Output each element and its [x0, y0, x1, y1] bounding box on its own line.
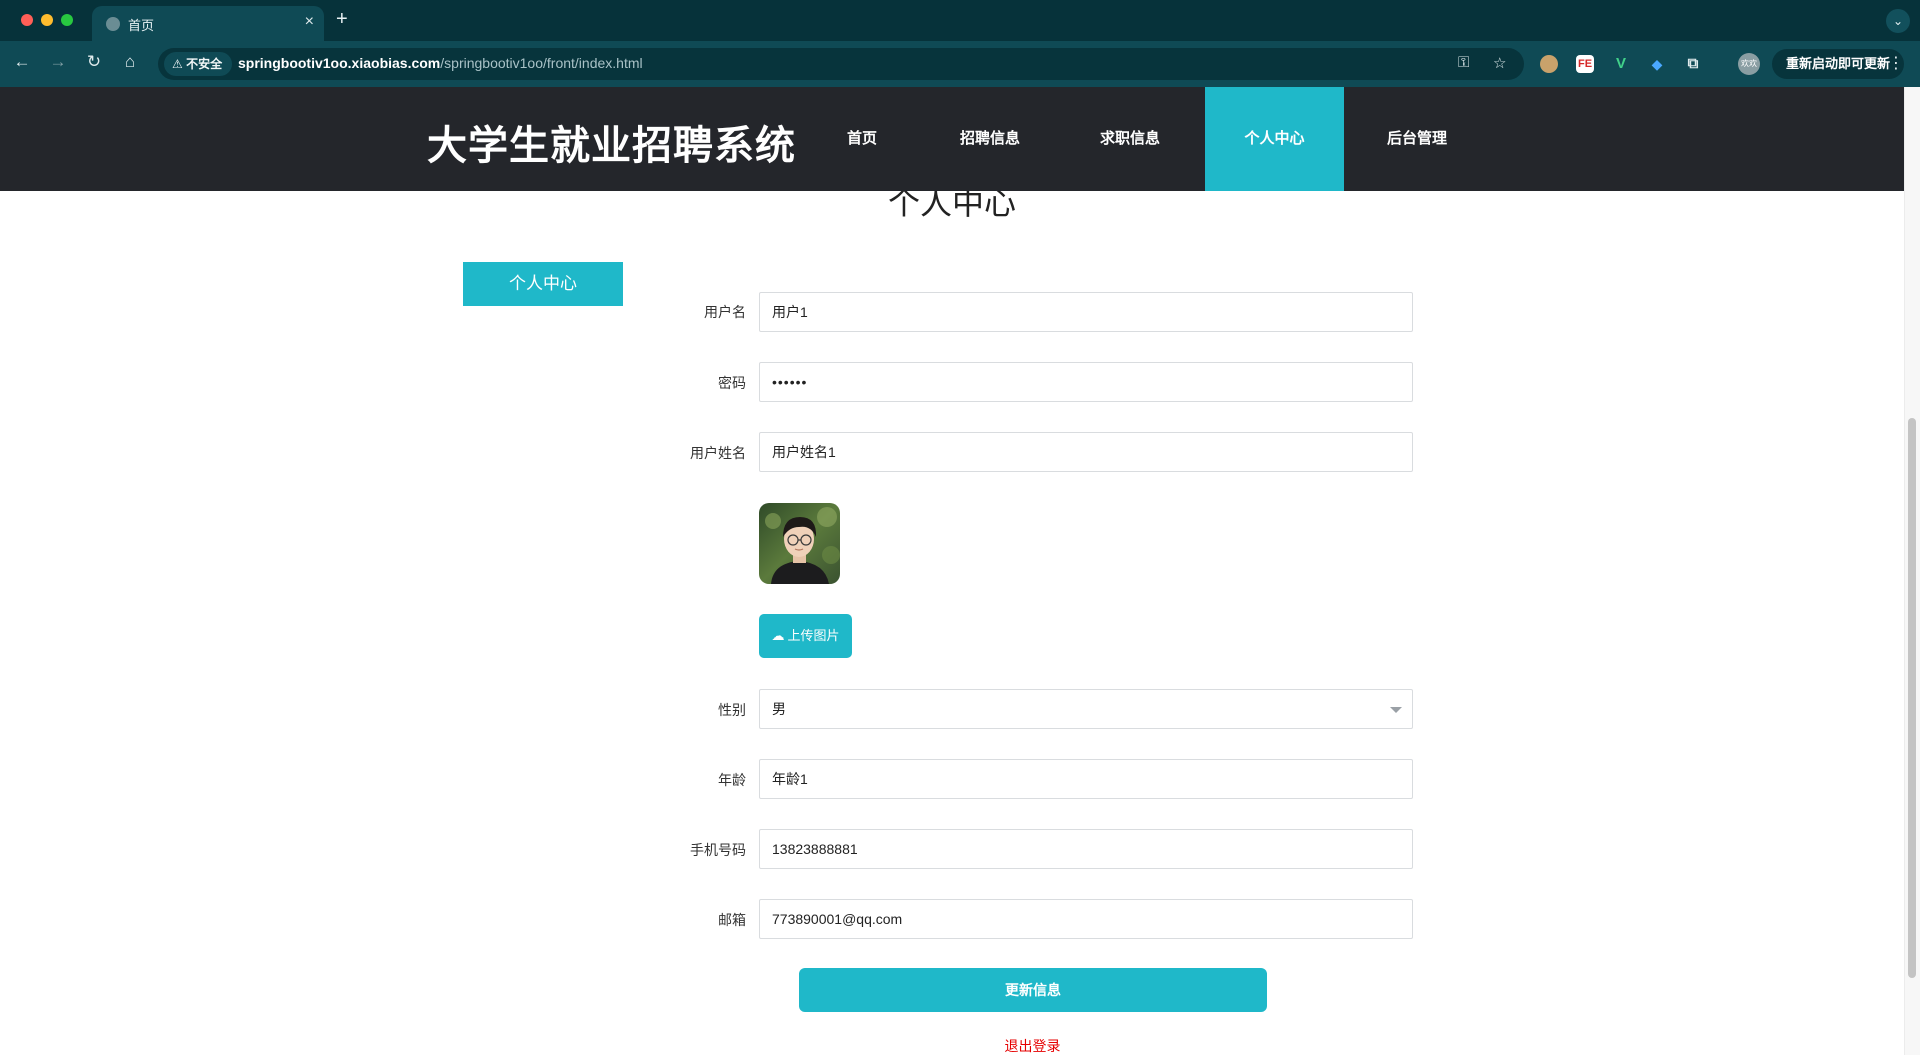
browser-chrome: 首页 × + ⌄ ← → ↻ ⌂ ⚠ 不安全 springbootiv1oo.x…	[0, 0, 1920, 87]
browser-tab-active[interactable]: 首页 ×	[92, 6, 324, 41]
gender-selected-value: 男	[772, 701, 786, 717]
sidebar-personal-center-button[interactable]: 个人中心	[463, 262, 623, 306]
realname-label: 用户姓名	[690, 445, 746, 461]
globe-icon	[106, 17, 120, 31]
profile-avatar[interactable]: 欢欢	[1738, 53, 1760, 75]
url-path: /springbootiv1oo/front/index.html	[440, 55, 643, 71]
close-window-button[interactable]	[21, 14, 33, 26]
extension-fe-icon[interactable]: FE	[1576, 55, 1594, 73]
relaunch-update-button[interactable]: 重新启动即可更新	[1772, 49, 1905, 79]
extension-diamond-icon[interactable]: ◆	[1648, 55, 1666, 73]
zoom-window-button[interactable]	[61, 14, 73, 26]
address-bar[interactable]: ⚠ 不安全 springbootiv1oo.xiaobias.com/sprin…	[158, 48, 1524, 80]
minimize-window-button[interactable]	[41, 14, 53, 26]
tab-search-chevron-icon[interactable]: ⌄	[1886, 9, 1910, 33]
phone-label: 手机号码	[690, 842, 746, 858]
age-field[interactable]: 年龄1	[759, 759, 1413, 799]
gender-select[interactable]: 男	[759, 689, 1413, 729]
nav-job-postings[interactable]: 招聘信息	[940, 87, 1040, 191]
nav-admin[interactable]: 后台管理	[1367, 87, 1467, 191]
security-label: 不安全	[186, 57, 223, 71]
upload-image-button[interactable]: ☁ 上传图片	[759, 614, 852, 658]
email-label: 邮箱	[718, 912, 746, 928]
site-title: 大学生就业招聘系统	[427, 124, 796, 168]
password-key-icon[interactable]: ⚿	[1458, 54, 1469, 71]
url-text[interactable]: springbootiv1oo.xiaobias.com/springbooti…	[238, 55, 643, 71]
tab-title: 首页	[128, 18, 155, 33]
browser-toolbar: ← → ↻ ⌂ ⚠ 不安全 springbootiv1oo.xiaobias.c…	[0, 41, 1920, 87]
tab-strip: 首页 × + ⌄	[0, 0, 1920, 41]
extension-owl-icon[interactable]	[1540, 55, 1558, 73]
upload-image-label: 上传图片	[787, 628, 840, 643]
realname-field[interactable]: 用户姓名1	[759, 432, 1413, 472]
extension-vue-icon[interactable]: V	[1612, 55, 1630, 73]
warning-triangle-icon: ⚠	[172, 57, 183, 71]
phone-field[interactable]: 13823888881	[759, 829, 1413, 869]
tab-close-icon[interactable]: ×	[305, 13, 314, 31]
site-header: 大学生就业招聘系统 首页 招聘信息 求职信息 个人中心 后台管理	[0, 87, 1904, 191]
extensions-puzzle-icon[interactable]: ⧉	[1684, 55, 1702, 73]
nav-job-seeking[interactable]: 求职信息	[1080, 87, 1180, 191]
forward-arrow-icon[interactable]: →	[46, 52, 70, 72]
home-icon[interactable]: ⌂	[118, 52, 142, 72]
cloud-upload-icon: ☁	[771, 628, 785, 643]
nav-home[interactable]: 首页	[822, 87, 902, 191]
age-label: 年龄	[718, 772, 746, 788]
profile-photo	[759, 503, 840, 584]
nav-personal-center[interactable]: 个人中心	[1205, 87, 1344, 191]
username-label: 用户名	[704, 304, 746, 320]
reload-icon[interactable]: ↻	[82, 52, 106, 72]
email-field[interactable]: 773890001@qq.com	[759, 899, 1413, 939]
new-tab-button[interactable]: +	[336, 8, 348, 31]
url-host: springbootiv1oo.xiaobias.com	[238, 55, 441, 71]
chevron-down-icon	[1390, 707, 1402, 713]
avatar	[759, 503, 840, 584]
username-field[interactable]: 用户1	[759, 292, 1413, 332]
security-indicator[interactable]: ⚠ 不安全	[164, 52, 233, 76]
gender-label: 性别	[718, 702, 746, 718]
bookmark-star-icon[interactable]: ☆	[1493, 54, 1506, 72]
back-arrow-icon[interactable]: ←	[10, 52, 34, 72]
password-field[interactable]: ••••••	[759, 362, 1413, 402]
password-label: 密码	[718, 375, 746, 391]
browser-menu-icon[interactable]: ⋮	[1888, 53, 1904, 73]
page-scrollbar-thumb[interactable]	[1908, 418, 1916, 978]
update-info-button[interactable]: 更新信息	[799, 968, 1267, 1012]
logout-link[interactable]: 退出登录	[0, 1036, 1920, 1056]
